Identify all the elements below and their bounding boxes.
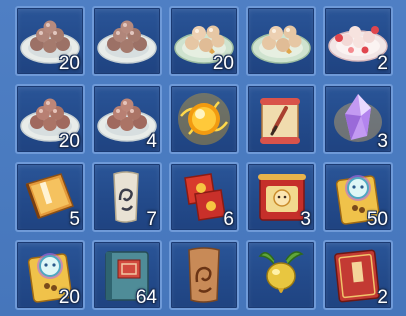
item-count: 20 xyxy=(212,53,234,74)
inventory-slot-14[interactable]: 3 xyxy=(246,162,316,232)
item-count: 2 xyxy=(377,53,388,74)
item-count: 6 xyxy=(223,209,234,230)
scroll-brush-icon xyxy=(260,98,300,144)
inventory-slot-16[interactable]: 20 xyxy=(15,240,85,310)
inventory-slot-12[interactable]: 7 xyxy=(92,162,162,232)
item-count: 7 xyxy=(146,209,157,230)
item-count: 20 xyxy=(58,53,80,74)
inventory-slot-9[interactable] xyxy=(246,84,316,154)
item-count: 50 xyxy=(366,209,388,230)
inventory-slot-8[interactable] xyxy=(169,84,239,154)
inventory-slot-11[interactable]: 5 xyxy=(15,162,85,232)
inventory-slot-5[interactable]: 2 xyxy=(323,6,393,76)
inventory-slot-1[interactable]: 20 xyxy=(15,6,85,76)
inventory-grid: 20 20 2 20 4 3 5 7 6 3 50 20 64 2 xyxy=(0,0,406,316)
inventory-slot-7[interactable]: 4 xyxy=(92,84,162,154)
item-count: 64 xyxy=(135,287,157,308)
inventory-slot-15[interactable]: 50 xyxy=(323,162,393,232)
inventory-slot-4[interactable] xyxy=(246,6,316,76)
dumpling-plate-icon xyxy=(97,20,157,64)
inventory-slot-3[interactable]: 20 xyxy=(169,6,239,76)
item-count: 20 xyxy=(58,131,80,152)
tangyuan-plate-icon xyxy=(251,25,311,64)
brown-talisman-icon xyxy=(188,247,220,303)
inventory-slot-10[interactable]: 3 xyxy=(323,84,393,154)
inventory-slot-17[interactable]: 64 xyxy=(92,240,162,310)
inventory-slot-18[interactable] xyxy=(169,240,239,310)
inventory-slot-20[interactable]: 2 xyxy=(323,240,393,310)
inventory-slot-19[interactable] xyxy=(246,240,316,310)
inventory-slot-2[interactable] xyxy=(92,6,162,76)
inventory-slot-13[interactable]: 6 xyxy=(169,162,239,232)
golden-orb-icon xyxy=(178,93,230,145)
item-count: 3 xyxy=(377,131,388,152)
item-count: 20 xyxy=(58,287,80,308)
item-count: 4 xyxy=(146,131,157,152)
item-count: 3 xyxy=(300,209,311,230)
inventory-slot-6[interactable]: 20 xyxy=(15,84,85,154)
golden-radish-icon xyxy=(258,251,304,293)
item-count: 2 xyxy=(377,287,388,308)
item-count: 5 xyxy=(69,209,80,230)
